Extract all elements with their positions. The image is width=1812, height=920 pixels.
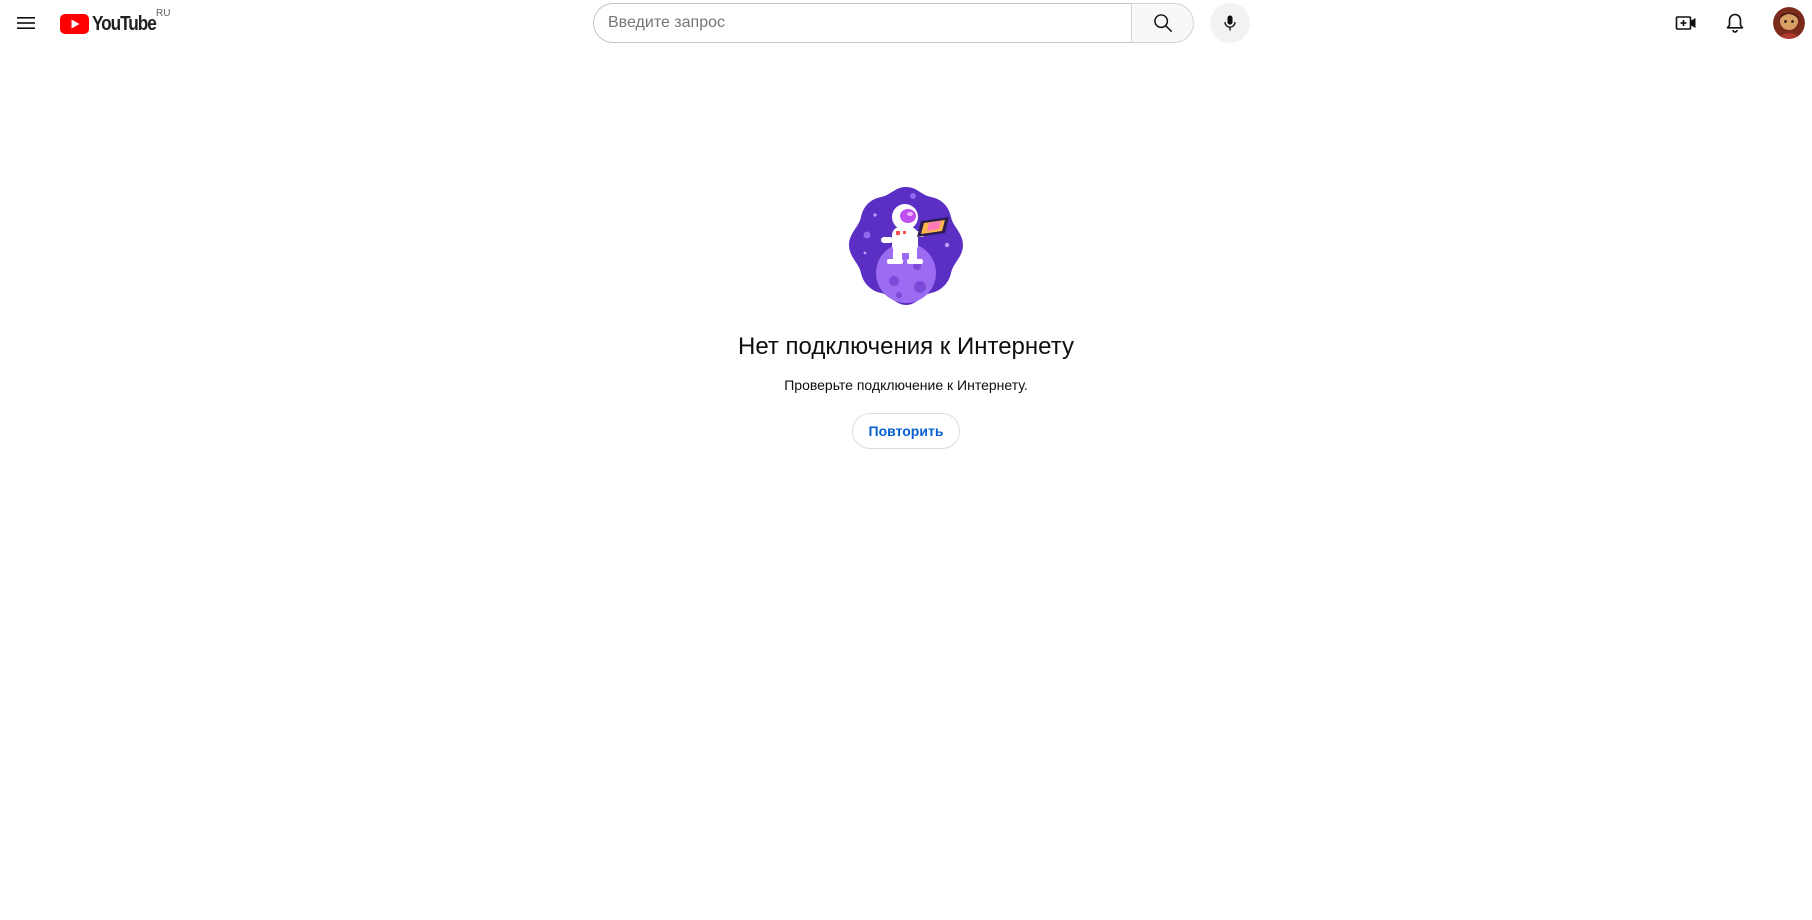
search-input[interactable] bbox=[593, 3, 1131, 43]
error-title: Нет подключения к Интернету bbox=[738, 333, 1074, 360]
error-message: Проверьте подключение к Интернету. bbox=[784, 377, 1028, 393]
retry-button[interactable]: Повторить bbox=[851, 413, 961, 449]
top-bar: YouTube RU bbox=[0, 0, 1812, 46]
microphone-icon bbox=[1224, 15, 1236, 31]
bell-icon bbox=[1726, 13, 1744, 33]
hamburger-menu-icon[interactable] bbox=[10, 7, 42, 39]
create-video-icon bbox=[1675, 16, 1696, 30]
user-avatar[interactable] bbox=[1773, 7, 1805, 39]
create-button[interactable] bbox=[1666, 3, 1706, 43]
offline-error-panel: Нет подключения к Интернету Проверьте по… bbox=[0, 185, 1812, 449]
logo-text: YouTube bbox=[92, 12, 157, 35]
astronaut-on-planet-illustration bbox=[849, 187, 963, 305]
search-button[interactable] bbox=[1131, 3, 1194, 43]
youtube-play-icon bbox=[60, 14, 89, 34]
logo-region-code: RU bbox=[156, 8, 171, 19]
notifications-button[interactable] bbox=[1715, 3, 1755, 43]
search-box bbox=[593, 3, 1194, 43]
search-icon bbox=[1153, 14, 1172, 32]
youtube-logo[interactable]: YouTube bbox=[60, 12, 166, 36]
voice-search-button[interactable] bbox=[1210, 3, 1250, 43]
